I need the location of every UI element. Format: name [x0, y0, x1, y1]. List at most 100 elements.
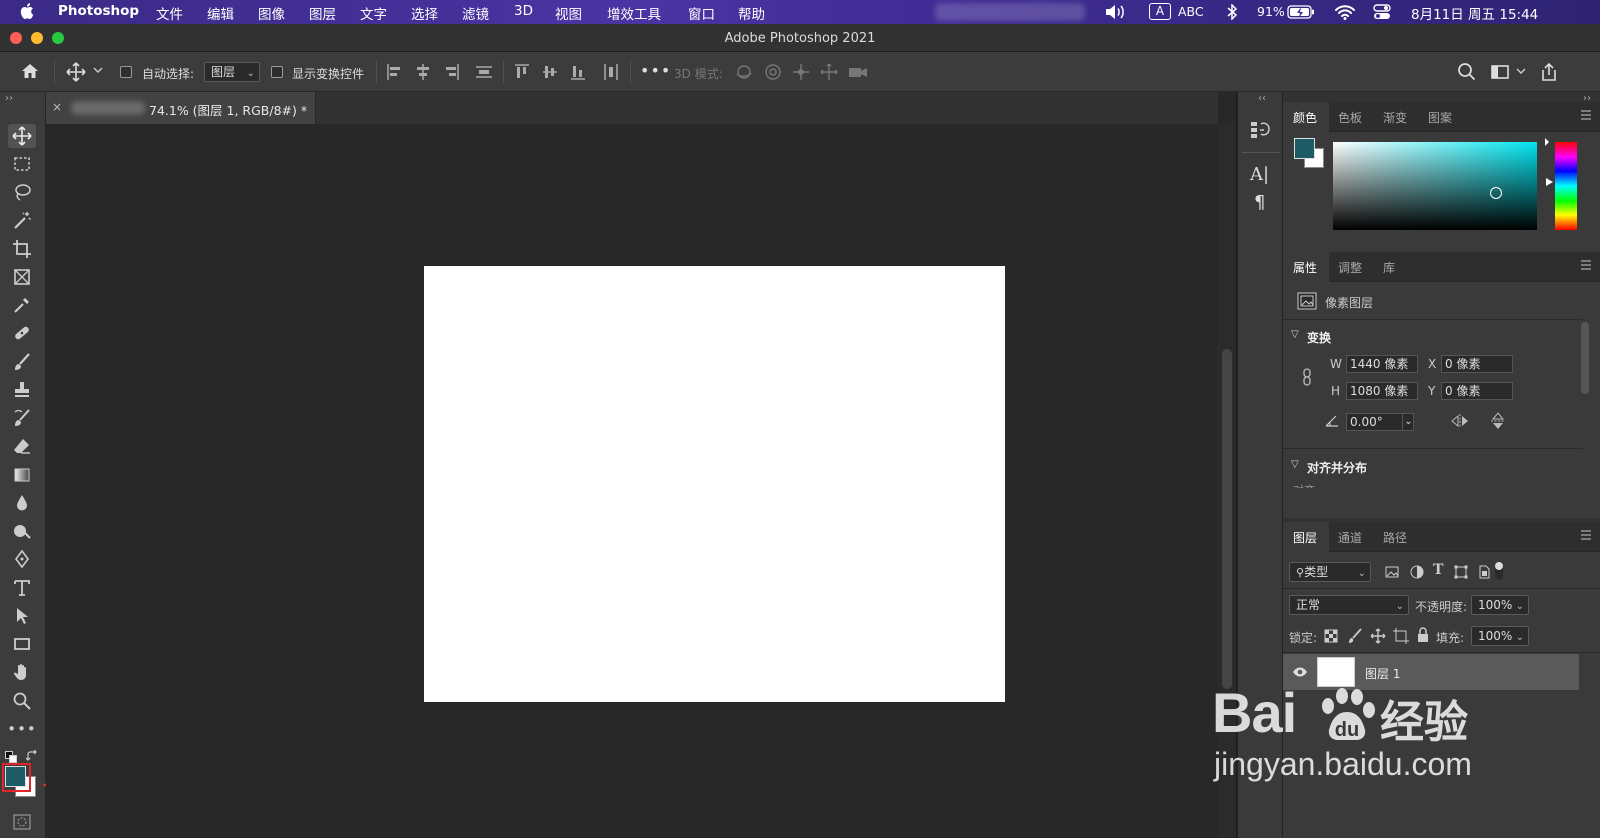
filter-shape-icon[interactable] — [1454, 565, 1468, 579]
share-icon[interactable] — [1539, 62, 1559, 82]
3d-rotate-icon[interactable] — [734, 62, 754, 82]
marquee-tool-button[interactable] — [8, 152, 36, 176]
control-center-icon[interactable] — [1373, 4, 1391, 20]
layer-filter-dropdown[interactable]: ⚲类型 ⌄ — [1289, 562, 1371, 582]
panel-menu-icon[interactable] — [1580, 110, 1592, 120]
align-hcenter-icon[interactable] — [414, 62, 432, 82]
tab-adjustments[interactable]: 调整 — [1338, 259, 1362, 276]
x-field[interactable]: 0 像素 — [1441, 355, 1513, 373]
scrollbar-thumb[interactable] — [1222, 349, 1232, 689]
move-tool-icon[interactable] — [66, 62, 86, 82]
swap-colors-icon[interactable] — [26, 750, 38, 762]
hue-slider[interactable] — [1555, 142, 1577, 230]
frame-tool-button[interactable] — [8, 265, 36, 289]
menu-edit[interactable]: 编辑 — [207, 3, 234, 23]
flip-horizontal-icon[interactable] — [1451, 414, 1469, 428]
distribute-horizontal-icon[interactable] — [602, 62, 620, 82]
bluetooth-icon[interactable] — [1227, 4, 1237, 20]
apple-icon[interactable] — [20, 2, 36, 20]
angle-field[interactable]: 0.00° ⌄ — [1346, 413, 1414, 431]
height-field[interactable]: 1080 像素 — [1346, 382, 1418, 400]
tab-libraries[interactable]: 库 — [1383, 259, 1395, 276]
show-transform-checkbox[interactable] — [271, 66, 283, 78]
menubar-clock[interactable]: 8月11日 周五 15:44 — [1411, 3, 1538, 23]
lock-transparent-icon[interactable] — [1324, 629, 1338, 643]
rectangle-tool-button[interactable] — [8, 632, 36, 656]
brush-tool-button[interactable] — [8, 350, 36, 374]
tab-paths[interactable]: 路径 — [1383, 529, 1407, 546]
zoom-tool-button[interactable] — [8, 689, 36, 713]
saturation-value-field[interactable] — [1333, 142, 1537, 230]
3d-roll-icon[interactable] — [763, 62, 783, 82]
magic-wand-tool-button[interactable] — [8, 208, 36, 232]
flip-vertical-icon[interactable] — [1491, 412, 1505, 430]
battery-icon[interactable] — [1287, 5, 1315, 19]
menu-window[interactable]: 窗口 — [688, 3, 715, 23]
eyedropper-tool-button[interactable] — [8, 293, 36, 317]
hand-tool-button[interactable] — [8, 660, 36, 684]
path-selection-tool-button[interactable] — [8, 604, 36, 628]
layer-row[interactable]: 图层 1 — [1283, 654, 1579, 690]
menu-select[interactable]: 选择 — [411, 3, 438, 23]
search-icon[interactable] — [1457, 62, 1477, 82]
more-tools-button[interactable]: ••• — [7, 717, 36, 741]
blur-tool-button[interactable] — [8, 491, 36, 515]
more-options-button[interactable]: ••• — [640, 61, 671, 80]
lock-pixels-icon[interactable] — [1347, 628, 1363, 644]
3d-pan-icon[interactable] — [791, 62, 811, 82]
document-canvas[interactable] — [424, 266, 1005, 702]
align-left-icon[interactable] — [386, 62, 404, 82]
fill-field[interactable]: 100% ⌄ — [1471, 626, 1529, 646]
width-field[interactable]: 1440 像素 — [1346, 355, 1418, 373]
hue-slider-marker[interactable] — [1546, 178, 1553, 186]
tab-properties[interactable]: 属性 — [1293, 259, 1317, 276]
crop-tool-button[interactable] — [8, 237, 36, 261]
history-panel-icon[interactable] — [1250, 120, 1272, 140]
lasso-tool-button[interactable] — [8, 180, 36, 204]
filter-pixel-icon[interactable] — [1385, 566, 1399, 578]
workspace-layout-icon[interactable] — [1490, 62, 1510, 82]
auto-select-checkbox[interactable] — [120, 66, 132, 78]
menu-file[interactable]: 文件 — [156, 3, 183, 23]
panel-menu-icon[interactable] — [1580, 260, 1592, 270]
transform-header[interactable]: 变换 — [1307, 329, 1331, 346]
lock-position-icon[interactable] — [1370, 628, 1386, 644]
link-dimensions-icon[interactable] — [1301, 368, 1313, 386]
character-panel-icon[interactable]: A| — [1250, 164, 1269, 185]
dodge-tool-button[interactable] — [8, 519, 36, 543]
align-bottom-icon[interactable] — [569, 62, 587, 82]
align-right-icon[interactable] — [442, 62, 460, 82]
history-brush-tool-button[interactable] — [8, 406, 36, 430]
3d-camera-icon[interactable] — [847, 62, 869, 82]
lock-artboard-icon[interactable] — [1393, 628, 1409, 644]
menu-image[interactable]: 图像 — [258, 3, 285, 23]
canvas-workspace[interactable] — [46, 124, 1218, 838]
tab-channels[interactable]: 通道 — [1338, 529, 1362, 546]
clone-stamp-tool-button[interactable] — [8, 378, 36, 402]
menu-3d[interactable]: 3D — [514, 3, 533, 19]
canvas-vertical-scrollbar[interactable] — [1218, 124, 1236, 838]
home-icon[interactable] — [20, 61, 40, 81]
menu-type[interactable]: 文字 — [360, 3, 387, 23]
default-colors-icon[interactable] — [5, 751, 17, 763]
align-top-icon[interactable] — [513, 62, 531, 82]
align-distribute-header[interactable]: 对齐并分布 — [1307, 459, 1367, 476]
tab-color[interactable]: 颜色 — [1293, 109, 1317, 126]
distribute-vertical-icon[interactable] — [475, 62, 493, 82]
blend-mode-dropdown[interactable]: 正常 ⌄ — [1289, 595, 1409, 615]
app-name-menu[interactable]: Photoshop — [58, 3, 139, 19]
chevron-down-icon[interactable]: ▽ — [1291, 459, 1299, 470]
document-tab[interactable]: × 74.1% (图层 1, RGB/8#) * — [46, 92, 316, 124]
tab-gradients[interactable]: 渐变 — [1383, 109, 1407, 126]
input-method-label[interactable]: ABC — [1178, 4, 1204, 19]
eye-icon[interactable] — [1292, 667, 1308, 677]
collapse-tools-icon[interactable]: ›› — [5, 93, 13, 104]
filter-adjustment-icon[interactable] — [1410, 565, 1424, 579]
healing-brush-tool-button[interactable] — [8, 321, 36, 345]
layer-name[interactable]: 图层 1 — [1365, 665, 1400, 682]
menu-plugins[interactable]: 增效工具 — [607, 3, 661, 23]
menu-filter[interactable]: 滤镜 — [462, 3, 489, 23]
lock-all-icon[interactable] — [1417, 627, 1429, 643]
align-vcenter-icon[interactable] — [541, 62, 559, 82]
filter-toggle-switch[interactable] — [1495, 562, 1503, 580]
